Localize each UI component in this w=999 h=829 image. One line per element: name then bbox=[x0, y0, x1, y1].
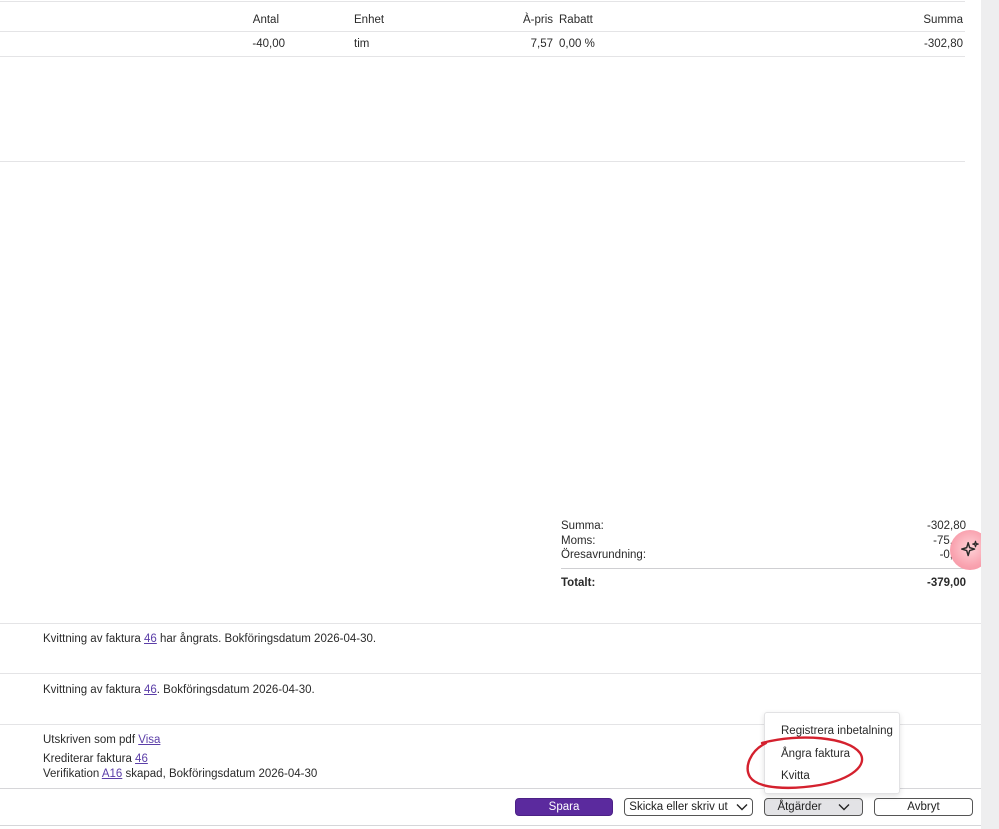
totals-summa-value: -302,80 bbox=[926, 520, 966, 532]
view-pdf-link[interactable]: Visa bbox=[138, 734, 160, 746]
history-divider-2 bbox=[0, 673, 981, 674]
totals-divider bbox=[561, 568, 967, 569]
column-header-apris: À-pris bbox=[522, 14, 553, 26]
chevron-down-icon bbox=[838, 804, 850, 811]
invoice-46-link[interactable]: 46 bbox=[144, 684, 157, 696]
history-divider-1 bbox=[0, 623, 981, 624]
history-entry-credits: Krediterar faktura 46 bbox=[43, 753, 148, 765]
invoice-46-link[interactable]: 46 bbox=[135, 753, 148, 765]
toolbar-bottom-border bbox=[0, 825, 981, 826]
totals-ores-value: -0, bbox=[939, 549, 953, 561]
totals-totalt-value: -379,00 bbox=[926, 577, 966, 589]
send-or-print-button[interactable]: Skicka eller skriv ut bbox=[624, 798, 753, 816]
header-divider bbox=[0, 31, 965, 32]
history-entry-text: Krediterar faktura bbox=[43, 753, 136, 765]
history-entry-offset: Kvittning av faktura 46. Bokföringsdatum… bbox=[43, 684, 315, 696]
vertical-scrollbar[interactable] bbox=[981, 0, 999, 829]
sparkle-icon bbox=[961, 540, 979, 557]
row-antal: -40,00 bbox=[252, 38, 285, 50]
history-entry-text: Verifikation bbox=[43, 768, 102, 780]
actions-button[interactable]: Åtgärder bbox=[764, 798, 863, 816]
top-border bbox=[0, 1, 965, 2]
verification-a16-link[interactable]: A16 bbox=[102, 768, 122, 780]
cancel-button[interactable]: Avbryt bbox=[874, 798, 973, 816]
totals-totalt-label: Totalt: bbox=[561, 577, 596, 589]
column-header-rabatt: Rabatt bbox=[559, 14, 593, 26]
invoice-46-link[interactable]: 46 bbox=[144, 633, 157, 645]
row-enhet: tim bbox=[354, 38, 370, 50]
column-header-enhet: Enhet bbox=[354, 14, 385, 26]
history-entry-text: Utskriven som pdf bbox=[43, 734, 139, 746]
history-entry-undone: Kvittning av faktura 46 har ångrats. Bok… bbox=[43, 633, 376, 645]
column-header-summa: Summa bbox=[923, 14, 963, 26]
row-summa: -302,80 bbox=[923, 38, 963, 50]
actions-label: Åtgärder bbox=[777, 801, 822, 813]
row-apris: 7,57 bbox=[530, 38, 553, 50]
row-rabatt: 0,00 % bbox=[559, 38, 595, 50]
history-entry-text: skapad, Bokföringsdatum 2026-04-30 bbox=[122, 768, 318, 780]
history-entry-text: Kvittning av faktura bbox=[43, 633, 144, 645]
save-button[interactable]: Spara bbox=[515, 798, 613, 816]
send-or-print-label: Skicka eller skriv ut bbox=[629, 801, 728, 813]
history-entry-text: Kvittning av faktura bbox=[43, 684, 144, 696]
totals-moms-label: Moms: bbox=[561, 535, 596, 547]
column-header-antal: Antal bbox=[252, 14, 279, 26]
history-entry-verification: Verifikation A16 skapad, Bokföringsdatum… bbox=[43, 768, 317, 780]
totals-moms-value: -75, bbox=[933, 535, 953, 547]
totals-ores-label: Öresavrundning: bbox=[561, 549, 647, 561]
history-entry-pdf: Utskriven som pdf Visa bbox=[43, 734, 160, 746]
table-end-divider bbox=[0, 161, 965, 162]
history-entry-text: . Bokföringsdatum 2026-04-30. bbox=[156, 684, 315, 696]
chevron-down-icon bbox=[736, 804, 748, 811]
totals-summa-label: Summa: bbox=[561, 520, 604, 532]
row-divider bbox=[0, 56, 965, 57]
annotation-circle bbox=[746, 736, 864, 790]
history-entry-text: har ångrats. Bokföringsdatum 2026-04-30. bbox=[156, 633, 377, 645]
